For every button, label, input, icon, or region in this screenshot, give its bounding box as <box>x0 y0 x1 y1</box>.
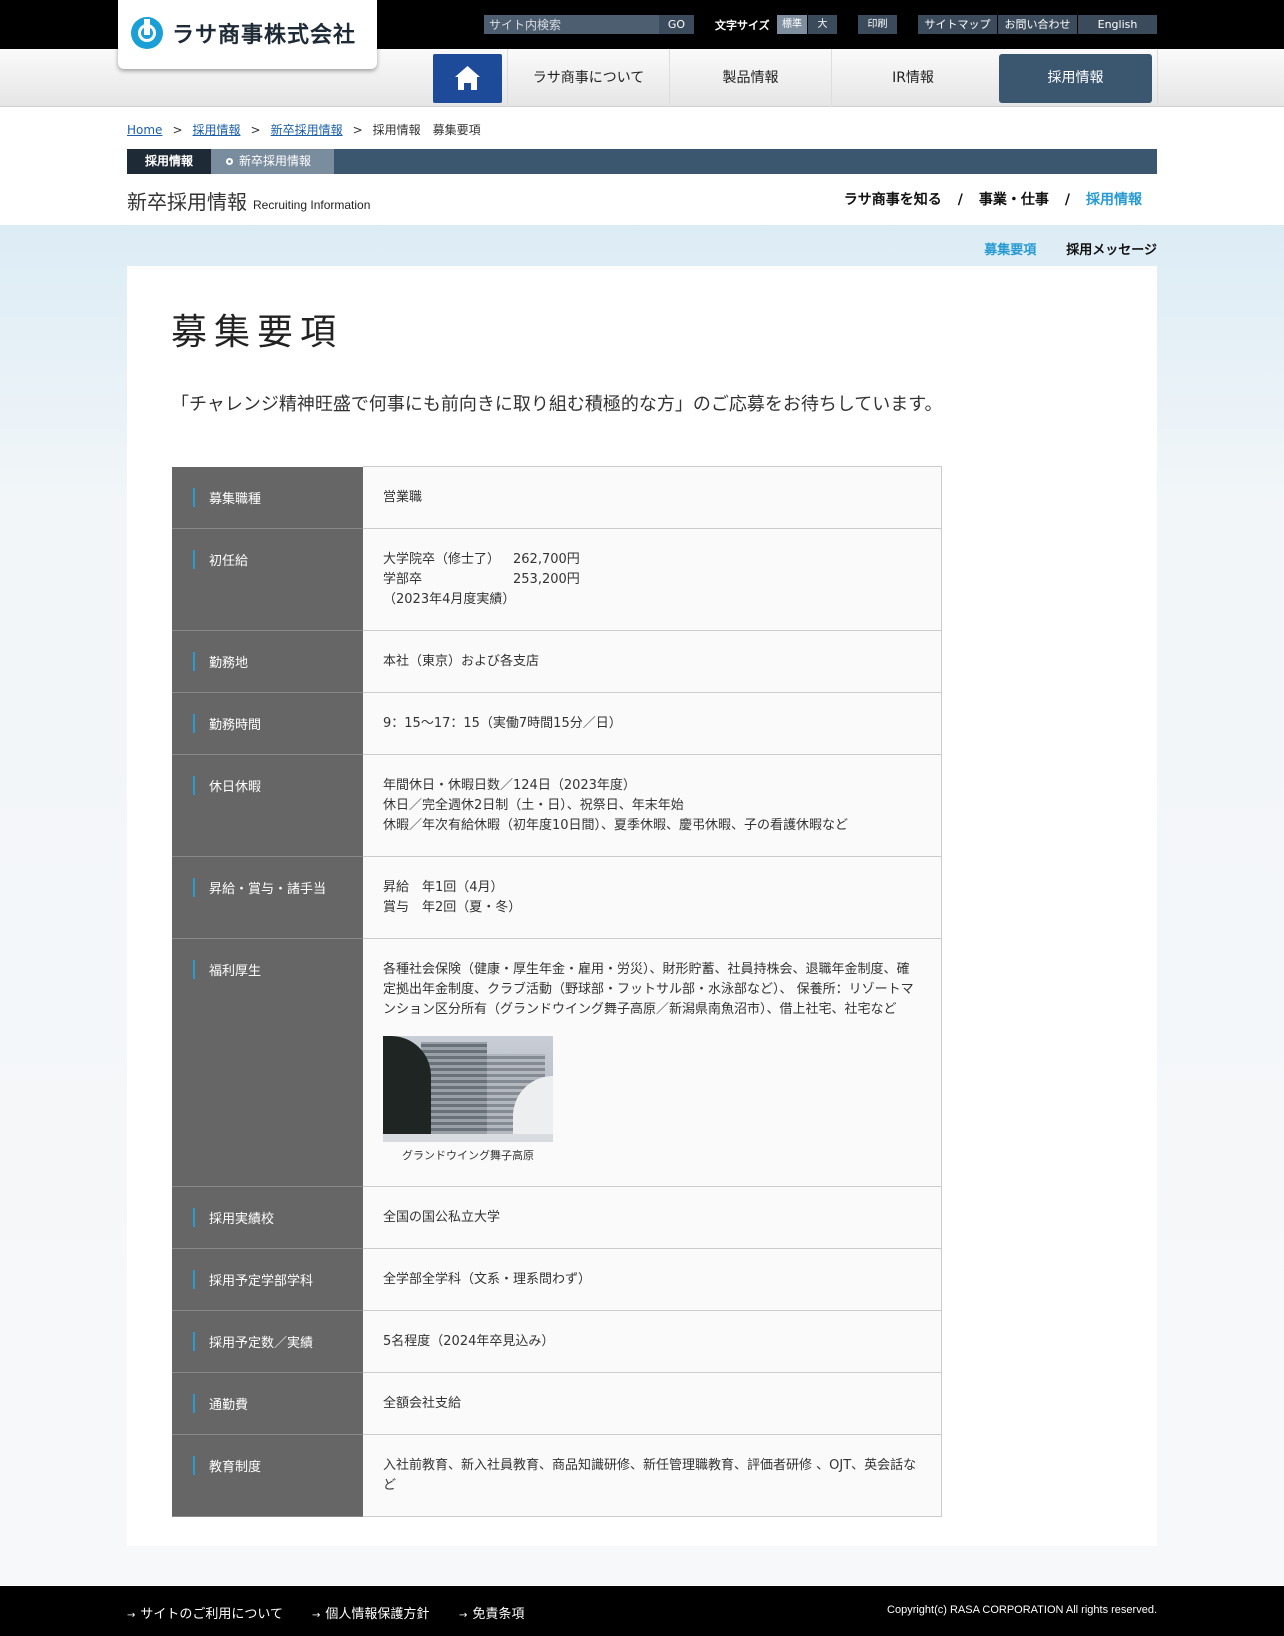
resort-photo <box>383 1036 553 1142</box>
table-row: 採用予定数／実績 5名程度（2024年卒見込み） <box>172 1310 942 1373</box>
recruit-category-nav: ラサ商事を知る / 事業・仕事 / 採用情報 <box>844 189 1142 209</box>
copyright: Copyright(c) RASA CORPORATION All rights… <box>887 1604 1157 1616</box>
row-value: 営業職 <box>363 466 942 529</box>
row-value: 全額会社支給 <box>363 1372 942 1435</box>
row-value: 入社前教育、新入社員教育、商品知識研修、新任管理職教育、評価者研修 、OJT、英… <box>363 1434 942 1517</box>
category-business[interactable]: 事業・仕事 <box>979 192 1049 208</box>
section-tab-recruit[interactable]: 採用情報 <box>127 149 211 174</box>
row-value: 大学院卒（修士了） 262,700円 学部卒 253,200円 （2023年4月度実… <box>363 528 942 631</box>
table-row: 休日休暇 年間休日・休暇日数／124日（2023年度） 休日／完全週休2日制（土… <box>172 754 942 857</box>
footer-link-terms[interactable]: サイトのご利用について <box>127 1603 283 1622</box>
salary-note: （2023年4月度実績） <box>383 592 516 607</box>
row-value: 本社（東京）および各支店 <box>363 630 942 693</box>
nav-products[interactable]: 製品情報 <box>669 49 831 107</box>
breadcrumb-sep: > <box>172 123 183 137</box>
search-go-button[interactable]: GO <box>659 15 694 34</box>
row-label: 採用予定数／実績 <box>172 1310 363 1373</box>
lead-text: 「チャレンジ精神旺盛で何事にも前向きに取り組む積極的な方」のご応募をお待ちしてい… <box>171 394 943 415</box>
table-row: 勤務地 本社（東京）および各支店 <box>172 630 942 693</box>
row-label: 勤務時間 <box>172 692 363 755</box>
section-tab-newgrad-label: 新卒採用情報 <box>239 154 312 168</box>
row-value: 5名程度（2024年卒見込み） <box>363 1310 942 1373</box>
salary-grad-label: 大学院卒（修士了） <box>383 552 501 567</box>
contact-link[interactable]: お問い合わせ <box>998 15 1077 34</box>
section-tab-newgrad[interactable]: 新卒採用情報 <box>211 149 334 174</box>
table-row: 採用実績校 全国の国公私立大学 <box>172 1186 942 1249</box>
sitemap-link[interactable]: サイトマップ <box>918 15 997 34</box>
requirements-table: 募集職種 営業職 初任給 大学院卒（修士了） 262,700円 学部卒 253,20… <box>172 466 942 1517</box>
logo-text: ラサ商事株式会社 <box>172 23 357 48</box>
font-size-large-button[interactable]: 大 <box>808 15 837 34</box>
table-row: 教育制度 入社前教育、新入社員教育、商品知識研修、新任管理職教育、評価者研修 、… <box>172 1434 942 1517</box>
row-value: 9：15～17：15（実働7時間15分／日） <box>363 692 942 755</box>
footer: サイトのご利用について 個人情報保護方針 免責条項 Copyright(c) R… <box>0 1586 1284 1636</box>
table-row: 採用予定学部学科 全学部全学科（文系・理系問わず） <box>172 1248 942 1311</box>
row-value: 各種社会保険（健康・厚生年金・雇用・労災）、財形貯蓄、社員持株会、退職年金制度、… <box>363 938 942 1187</box>
salary-bach-value: 253,200円 <box>513 572 580 587</box>
category-sep: / <box>1064 192 1070 208</box>
welfare-text: 各種社会保険（健康・厚生年金・雇用・労災）、財形貯蓄、社員持株会、退職年金制度、… <box>383 962 914 1017</box>
photo-caption: グランドウイング舞子高原 <box>402 1149 534 1162</box>
footer-link-disclaimer[interactable]: 免責条項 <box>459 1603 524 1622</box>
table-row: 勤務時間 9：15～17：15（実働7時間15分／日） <box>172 692 942 755</box>
nav-home-button[interactable] <box>433 54 502 103</box>
row-label: 福利厚生 <box>172 938 363 1187</box>
nav-divider <box>1157 49 1158 107</box>
table-row: 通勤費 全額会社支給 <box>172 1372 942 1435</box>
breadcrumb-sep: > <box>250 123 261 137</box>
row-label: 勤務地 <box>172 630 363 693</box>
table-row: 昇給・賞与・諸手当 昇給 年1回（4月） 賞与 年2回（夏・冬） <box>172 856 942 939</box>
search-input[interactable] <box>484 15 659 34</box>
logo[interactable]: ラサ商事株式会社 <box>118 0 377 69</box>
page-title: 募集要項 <box>171 312 344 353</box>
breadcrumb-current: 採用情報 募集要項 <box>372 123 481 137</box>
font-size-label: 文字サイズ <box>715 19 770 32</box>
row-label: 採用実績校 <box>172 1186 363 1249</box>
english-link[interactable]: English <box>1078 15 1157 34</box>
salary-bach-label: 学部卒 <box>383 572 423 587</box>
breadcrumb-newgrad[interactable]: 新卒採用情報 <box>271 123 343 137</box>
breadcrumb-sep: > <box>352 123 363 137</box>
circle-bullet-icon <box>226 158 233 165</box>
nav-recruit[interactable]: 採用情報 <box>999 54 1152 103</box>
footer-link-privacy[interactable]: 個人情報保護方針 <box>312 1603 429 1622</box>
row-label: 募集職種 <box>172 466 363 529</box>
table-row: 福利厚生 各種社会保険（健康・厚生年金・雇用・労災）、財形貯蓄、社員持株会、退職… <box>172 938 942 1187</box>
salary-grad-value: 262,700円 <box>513 552 580 567</box>
logo-mark-icon <box>131 17 163 49</box>
row-value: 全学部全学科（文系・理系問わず） <box>363 1248 942 1311</box>
row-value: 全国の国公私立大学 <box>363 1186 942 1249</box>
sub-nav-message[interactable]: 採用メッセージ <box>1066 243 1157 258</box>
nav-about[interactable]: ラサ商事について <box>507 49 669 107</box>
page-heading: 新卒採用情報 Recruiting Information <box>127 186 370 215</box>
breadcrumb-recruit[interactable]: 採用情報 <box>193 123 241 137</box>
sub-nav: 募集要項 採用メッセージ <box>984 239 1157 258</box>
row-value: 年間休日・休暇日数／124日（2023年度） 休日／完全週休2日制（土・日）、祝… <box>363 754 942 857</box>
page-heading-en: Recruiting Information <box>253 198 371 212</box>
sub-nav-requirements[interactable]: 募集要項 <box>984 243 1036 258</box>
row-label: 教育制度 <box>172 1434 363 1517</box>
section-bar: 採用情報 新卒採用情報 <box>127 149 1157 174</box>
category-recruit[interactable]: 採用情報 <box>1086 192 1142 208</box>
row-label: 初任給 <box>172 528 363 631</box>
row-value: 昇給 年1回（4月） 賞与 年2回（夏・冬） <box>363 856 942 939</box>
row-label: 昇給・賞与・諸手当 <box>172 856 363 939</box>
category-know-rasa[interactable]: ラサ商事を知る <box>844 192 942 208</box>
category-sep: / <box>957 192 963 208</box>
breadcrumb-home[interactable]: Home <box>127 123 162 137</box>
home-icon <box>455 66 480 90</box>
row-label: 休日休暇 <box>172 754 363 857</box>
row-label: 通勤費 <box>172 1372 363 1435</box>
breadcrumb: Home > 採用情報 > 新卒採用情報 > 採用情報 募集要項 <box>127 121 481 138</box>
table-row: 募集職種 営業職 <box>172 466 942 529</box>
print-button[interactable]: 印刷 <box>858 15 897 34</box>
row-label: 採用予定学部学科 <box>172 1248 363 1311</box>
nav-ir[interactable]: IR情報 <box>831 49 994 107</box>
table-row: 初任給 大学院卒（修士了） 262,700円 学部卒 253,200円 （2023年… <box>172 528 942 631</box>
font-size-normal-button[interactable]: 標準 <box>777 15 807 34</box>
page-heading-jp: 新卒採用情報 <box>127 190 247 214</box>
